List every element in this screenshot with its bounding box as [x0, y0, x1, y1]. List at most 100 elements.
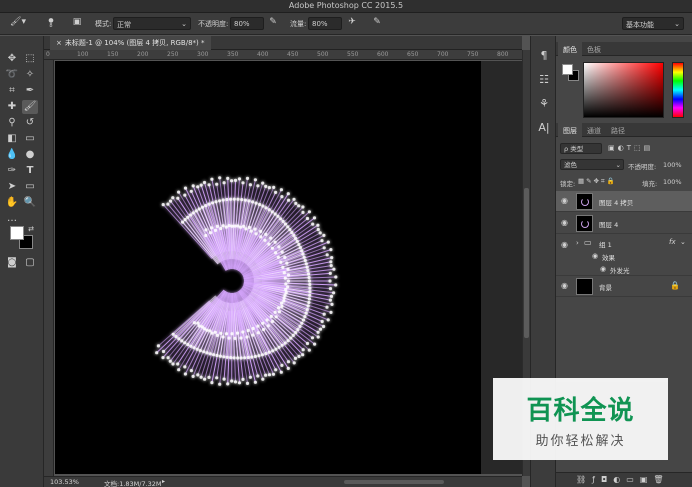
chevron-down-icon: ⌄: [674, 20, 680, 28]
visibility-eye-icon[interactable]: ◉: [561, 218, 568, 227]
paragraph-panel-icon[interactable]: ¶: [536, 48, 552, 64]
tab-color[interactable]: 颜色: [558, 42, 582, 56]
layer-row-background[interactable]: ◉ 背景 🔒: [556, 276, 692, 297]
brush-preset-icon[interactable]: 🖌▾: [8, 17, 28, 30]
foreground-color-swatch[interactable]: [10, 226, 24, 240]
brush-ray-tip: [287, 192, 290, 195]
clone-stamp-tool-icon[interactable]: ⚲: [4, 116, 20, 130]
hue-slider[interactable]: [672, 62, 684, 118]
lasso-tool-icon[interactable]: ➰: [4, 68, 20, 82]
quick-mask-icon[interactable]: ◙: [4, 256, 20, 270]
brush-ray-tip: [215, 354, 218, 357]
brush-ray-tip: [287, 367, 290, 370]
marquee-tool-icon[interactable]: ⬚: [22, 52, 38, 66]
rectangle-tool-icon[interactable]: ▭: [22, 180, 38, 194]
properties-panel-icon[interactable]: ☷: [536, 72, 552, 88]
visibility-eye-icon[interactable]: ◉: [561, 240, 568, 249]
pen-tool-icon[interactable]: ✑: [4, 164, 20, 178]
brush-ray-tip: [222, 198, 225, 201]
brush-ray-tip: [219, 332, 222, 335]
eraser-tool-icon[interactable]: ◧: [4, 132, 20, 146]
swap-colors-icon[interactable]: ⇄: [26, 222, 36, 236]
brush-ray-tip: [196, 373, 199, 376]
tab-layers[interactable]: 图层: [558, 123, 582, 137]
tools-panel: ✥ ⬚ ➰ ✧ ⌗ ✒ ✚ 🖌 ⚲ ↺ ◧ ▭ 💧 ● ✑ T ➤ ▭ ✋ 🔍 …: [0, 36, 44, 487]
document-size: 文档:1.83M/7.32M: [104, 478, 162, 487]
chevron-right-icon[interactable]: ›: [576, 239, 579, 247]
close-icon[interactable]: ×: [56, 39, 62, 47]
opacity-input[interactable]: 80%: [230, 17, 264, 30]
options-bar: 🖌▾ ● 8 ▣ 模式: 正常 ⌄ 不透明度: 80% ✎ 流量: 80% ✈ ✎ …: [0, 13, 692, 35]
horizontal-scrollbar[interactable]: [344, 480, 444, 484]
status-arrow-icon[interactable]: ▸: [162, 478, 165, 485]
brush-panel-toggle-icon[interactable]: ▣: [70, 17, 84, 30]
tab-channels[interactable]: 通道: [582, 123, 606, 137]
visibility-eye-icon[interactable]: ◉: [592, 252, 598, 260]
brush-ray-tip: [308, 349, 311, 352]
healing-brush-tool-icon[interactable]: ✚: [4, 100, 20, 114]
layer-filter-kind-select[interactable]: ρ 类型: [560, 143, 602, 154]
blend-mode-select[interactable]: 滤色 ⌄: [560, 159, 624, 170]
history-brush-tool-icon[interactable]: ↺: [22, 116, 38, 130]
screen-mode-icon[interactable]: ▢: [22, 256, 38, 270]
workspace-select[interactable]: 基本功能 ⌄: [622, 17, 684, 30]
visibility-eye-icon[interactable]: ◉: [561, 196, 568, 205]
crop-tool-icon[interactable]: ⌗: [4, 84, 20, 98]
layer-row-group1[interactable]: ◉ › ▭ 组 1 fx ⌄: [556, 235, 692, 251]
layer-name: 图层 4 拷贝: [599, 197, 633, 207]
pressure-size-icon[interactable]: ✎: [370, 17, 384, 30]
pressure-opacity-icon[interactable]: ✎: [266, 17, 280, 30]
chevron-down-icon[interactable]: ⌄: [680, 238, 686, 246]
layer-name: 图层 4: [599, 219, 618, 229]
ruler-tick: 700: [437, 51, 448, 58]
visibility-eye-icon[interactable]: ◉: [600, 265, 606, 273]
brush-presets-panel-icon[interactable]: ⚘: [536, 96, 552, 112]
document-canvas[interactable]: [55, 61, 481, 474]
move-tool-icon[interactable]: ✥: [4, 52, 20, 66]
canvas-area[interactable]: [55, 61, 522, 474]
zoom-level[interactable]: 103.53%: [50, 478, 79, 486]
color-panel-foreground-swatch[interactable]: [562, 64, 573, 75]
more-tools-icon[interactable]: …: [4, 212, 20, 226]
brush-tool-icon[interactable]: 🖌: [22, 100, 38, 114]
layer-filter-icons[interactable]: ▣◐T⬚▤: [608, 144, 653, 152]
flow-input[interactable]: 80%: [308, 17, 342, 30]
layer-effects-row[interactable]: ◉ 效果: [556, 250, 692, 262]
fill-value[interactable]: 100%: [663, 178, 682, 186]
fx-badge[interactable]: fx: [669, 238, 676, 246]
layer-actions-icons[interactable]: ⛓ƒ◘◐▭▣🗑: [576, 475, 670, 484]
tab-swatches[interactable]: 色板: [582, 42, 606, 56]
gradient-tool-icon[interactable]: ▭: [22, 132, 38, 146]
mode-select[interactable]: 正常 ⌄: [113, 17, 191, 30]
brush-ray-tip: [205, 351, 208, 354]
brush-ray-tip: [238, 381, 241, 384]
zoom-tool-icon[interactable]: 🔍: [22, 196, 38, 210]
tab-paths[interactable]: 路径: [606, 123, 630, 137]
layer-row-layer4[interactable]: ◉ 图层 4: [556, 213, 692, 234]
color-spectrum-field[interactable]: [583, 62, 664, 118]
visibility-eye-icon[interactable]: ◉: [561, 281, 568, 290]
document-tab[interactable]: × 未标题-1 @ 104% (图层 4 拷贝, RGB/8*) *: [50, 36, 211, 50]
brush-ray-tip: [166, 203, 169, 206]
brush-ray-tip: [280, 188, 283, 191]
quick-select-tool-icon[interactable]: ✧: [22, 68, 38, 82]
layer-opacity-value[interactable]: 100%: [663, 161, 682, 169]
hand-tool-icon[interactable]: ✋: [4, 196, 20, 210]
scrollbar-thumb[interactable]: [524, 188, 529, 338]
brush-size-picker[interactable]: ● 8: [44, 17, 58, 30]
brush-ray-tip: [320, 239, 323, 242]
eyedropper-tool-icon[interactable]: ✒: [22, 84, 38, 98]
character-panel-icon[interactable]: A|: [536, 120, 552, 136]
brush-ray-tip: [193, 321, 196, 324]
lock-options-icons[interactable]: ▦✎✥⌗🔒: [578, 177, 617, 186]
airbrush-icon[interactable]: ✈: [345, 17, 359, 30]
dodge-tool-icon[interactable]: ●: [22, 148, 38, 162]
brush-ray-tip: [204, 204, 207, 207]
layer-effect-outer-glow-row[interactable]: ◉ 外发光: [556, 262, 692, 276]
type-tool-icon[interactable]: T: [22, 164, 38, 178]
brush-ray-tip: [216, 334, 219, 337]
path-select-tool-icon[interactable]: ➤: [4, 180, 20, 194]
layer-row-layer4-copy[interactable]: ◉ 图层 4 拷贝: [556, 191, 692, 212]
brush-ray-tip: [203, 181, 206, 184]
blur-tool-icon[interactable]: 💧: [4, 148, 20, 162]
